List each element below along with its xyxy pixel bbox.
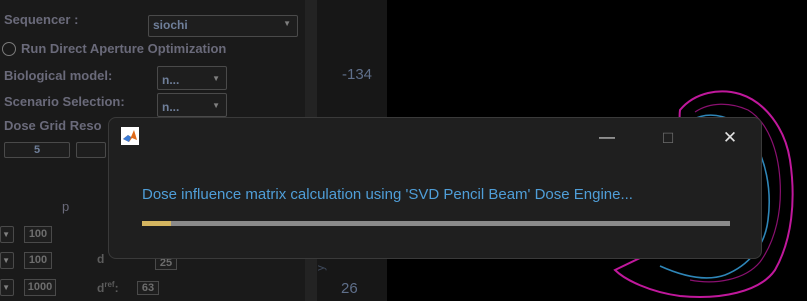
dref-input[interactable]: 63 <box>137 281 159 295</box>
run-dao-label: Run Direct Aperture Optimization <box>21 41 227 56</box>
matlab-icon <box>121 127 139 145</box>
row2-input[interactable]: 100 <box>24 252 52 269</box>
progress-bar <box>142 221 730 226</box>
sequencer-select-value: siochi <box>153 18 188 32</box>
run-dao-radio[interactable] <box>2 42 16 56</box>
axis-top-number: -134 <box>342 66 373 83</box>
bio-model-select[interactable]: n... ▼ <box>157 66 227 90</box>
progress-dialog: — ☐ ✕ Dose influence matrix calculation … <box>108 117 762 259</box>
scenario-label: Scenario Selection: <box>4 94 125 109</box>
chevron-down-icon: ▼ <box>212 74 220 83</box>
chevron-down-icon: ▼ <box>2 256 10 265</box>
chevron-down-icon: ▼ <box>283 19 291 28</box>
dose-grid-input-2[interactable] <box>76 142 106 158</box>
dose-grid-input[interactable]: 5 <box>4 142 70 158</box>
sequencer-label: Sequencer : <box>4 12 79 27</box>
row2-select[interactable]: ▼ <box>0 252 14 269</box>
chevron-down-icon: ▼ <box>2 230 10 239</box>
sequencer-select[interactable]: siochi ▼ <box>148 15 298 37</box>
minimize-button[interactable]: — <box>592 123 622 153</box>
col-p-label: p <box>62 199 70 214</box>
chevron-down-icon: ▼ <box>212 101 220 110</box>
progress-bar-fill <box>142 221 172 226</box>
row1-select[interactable]: ▼ <box>0 226 14 243</box>
dref-sup: ref <box>104 280 115 289</box>
dref-label: dref: <box>97 280 119 295</box>
chevron-down-icon: ▼ <box>2 283 10 292</box>
maximize-button[interactable]: ☐ <box>653 123 683 153</box>
row3-input[interactable]: 1000 <box>24 279 56 296</box>
bio-model-select-value: n... <box>162 73 180 87</box>
scenario-select-value: n... <box>162 100 180 114</box>
dose-grid-label: Dose Grid Reso <box>4 118 102 133</box>
scenario-select[interactable]: n... ▼ <box>157 93 227 117</box>
axis-bottom-number: 26 <box>341 280 358 297</box>
progress-message: Dose influence matrix calculation using … <box>142 186 633 203</box>
row3-select[interactable]: ▼ <box>0 279 14 296</box>
d-label: d <box>97 252 105 266</box>
bio-model-label: Biological model: <box>4 68 113 83</box>
close-button[interactable]: ✕ <box>715 123 745 153</box>
axis-letter: y <box>314 265 327 271</box>
dose-grid-value: 5 <box>33 144 41 156</box>
row1-input[interactable]: 100 <box>24 226 52 243</box>
